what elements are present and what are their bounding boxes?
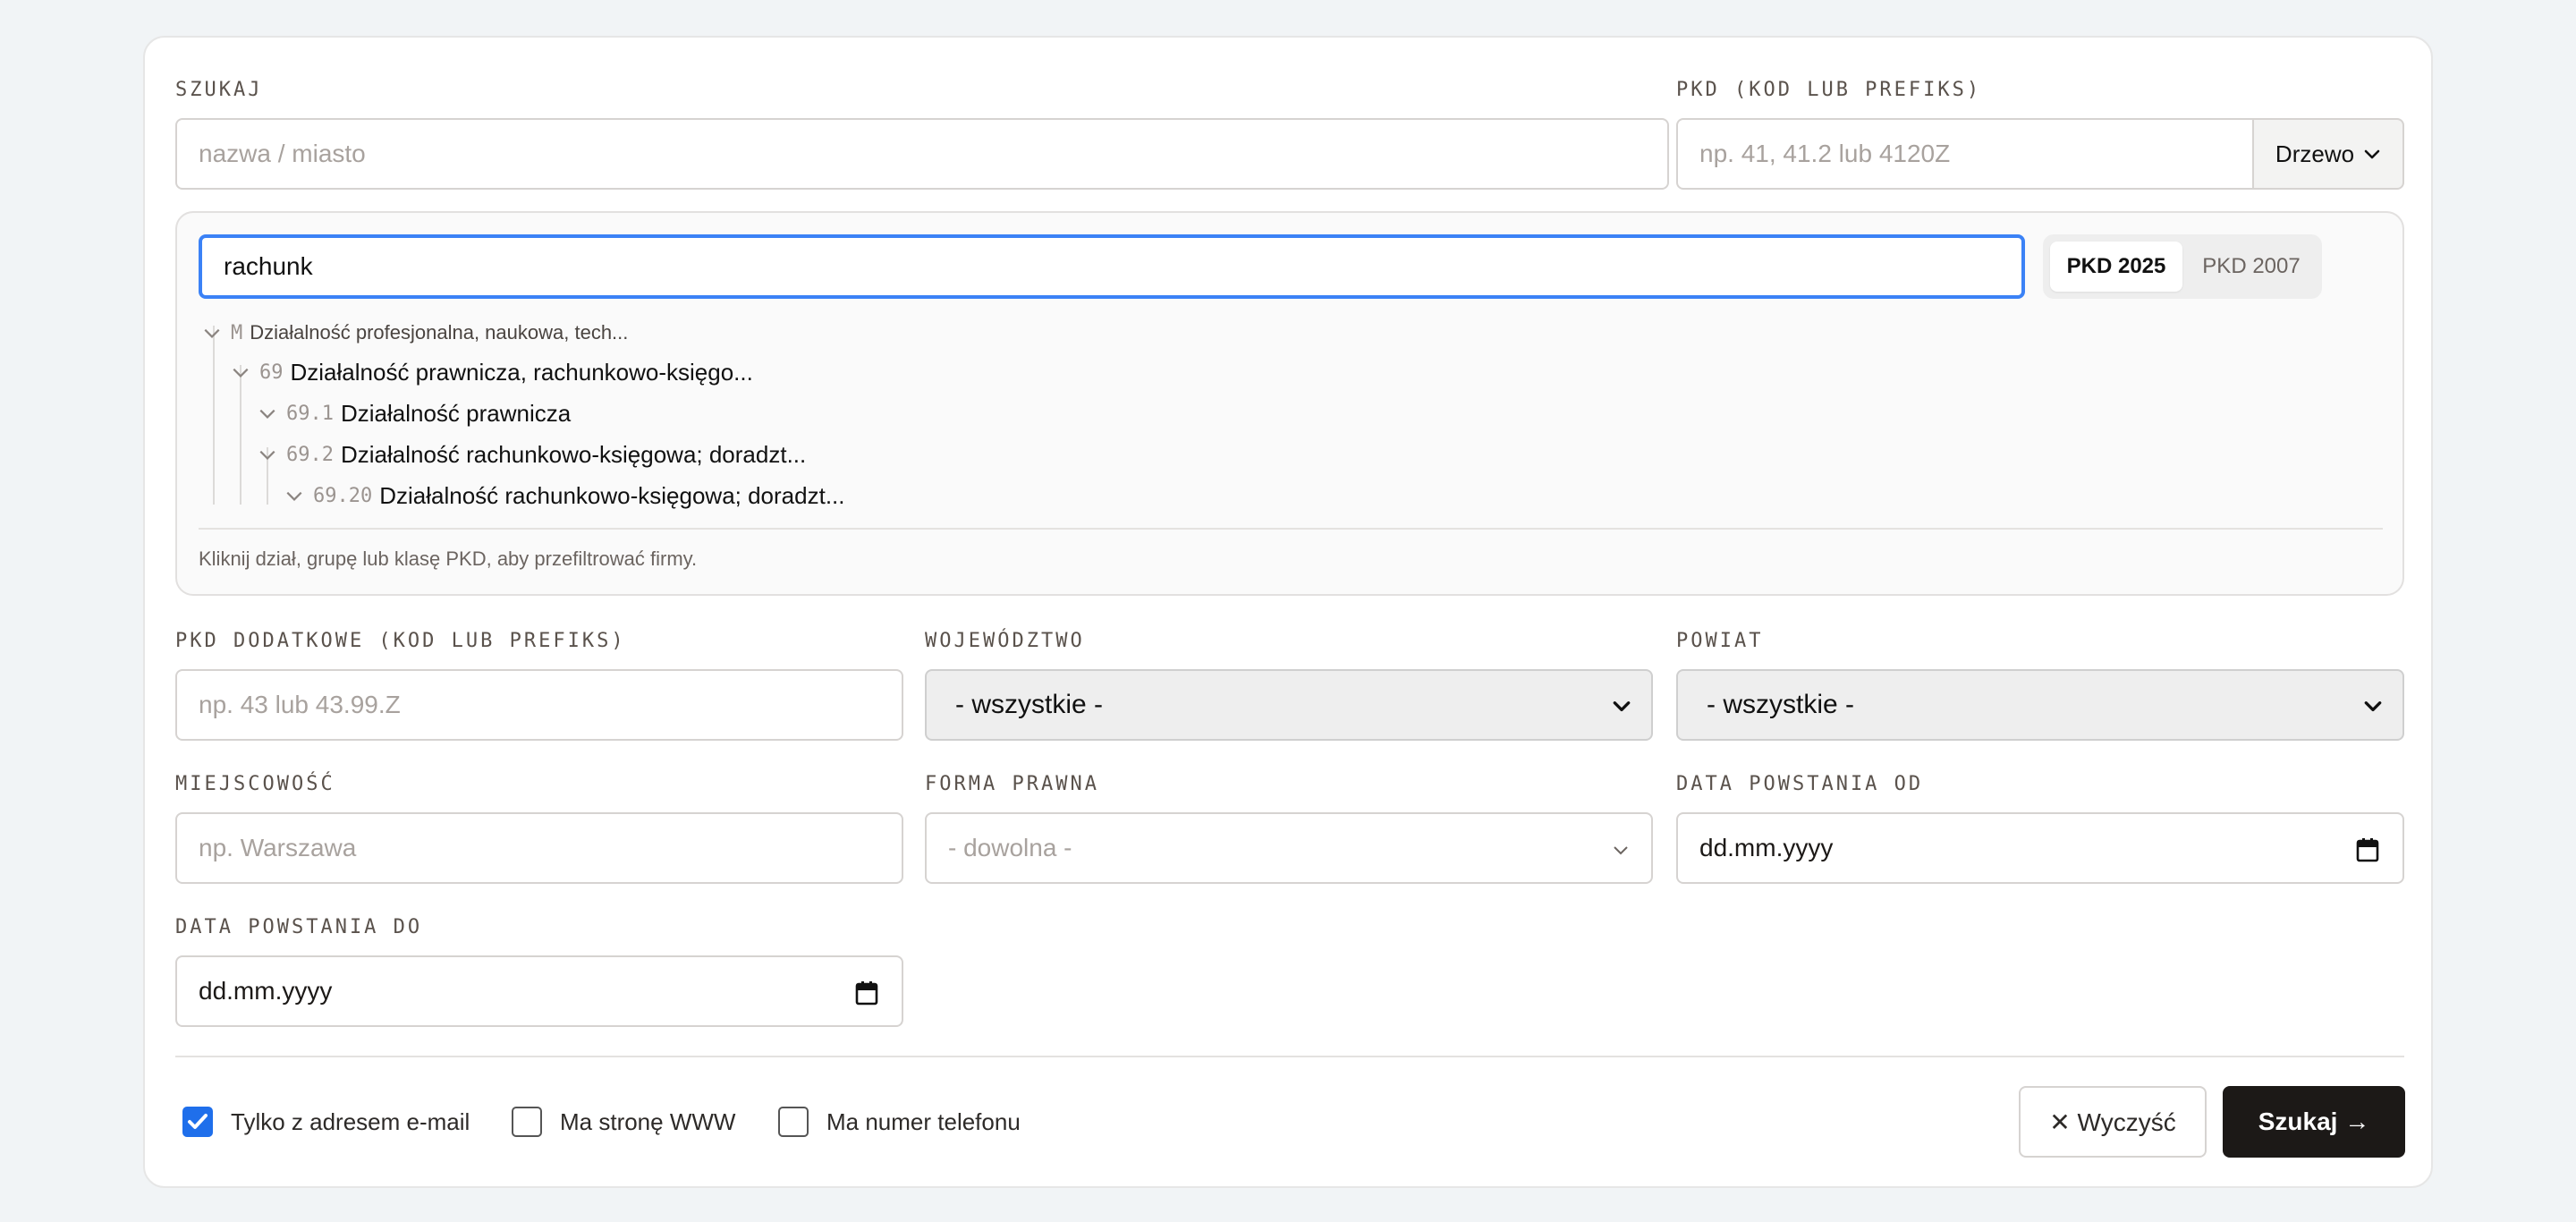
has-phone-label[interactable]: Ma numer telefonu: [826, 1108, 1021, 1136]
date-from-value: dd.mm.yyyy: [1699, 834, 1834, 861]
has-website-label[interactable]: Ma stronę WWW: [560, 1108, 735, 1136]
tree-node-code: 69.1: [286, 402, 334, 425]
email-only-label[interactable]: Tylko z adresem e-mail: [231, 1108, 470, 1136]
tree-guide-line: [213, 326, 215, 505]
pkd-label: PKD (KOD LUB PREFIKS): [1676, 79, 1982, 101]
tree-node-name: Działalność profesjonalna, naukowa, tech…: [250, 321, 629, 344]
pkd-tree-search-input[interactable]: rachunk: [199, 234, 2025, 299]
date-to-label: DATA POWSTANIA DO: [175, 916, 423, 938]
tree-node-name: Działalność rachunkowo-księgowa; doradzt…: [379, 481, 845, 509]
search-form-card: SZUKAJ nazwa / miasto PKD (KOD LUB PREFI…: [143, 36, 2433, 1188]
chevron-down-icon: [204, 328, 220, 338]
form-divider: [175, 1056, 2404, 1057]
pkd-tree-panel: rachunk PKD 2025 PKD 2007 M Działalność …: [175, 211, 2404, 596]
chevron-down-icon: [2364, 149, 2380, 159]
pkd-input[interactable]: np. 41, 41.2 lub 4120Z: [1676, 118, 2254, 190]
tree-node-code: 69.2: [286, 443, 334, 466]
chevron-down-icon: [233, 368, 249, 378]
has-phone-checkbox[interactable]: [778, 1107, 809, 1137]
chevron-down-icon: [259, 409, 275, 419]
chevron-down-icon: [2364, 701, 2382, 712]
county-label: POWIAT: [1676, 630, 1764, 652]
tree-node-class[interactable]: 69.20 Działalność rachunkowo-księgowa; d…: [284, 478, 845, 513]
legal-form-value: - dowolna -: [948, 834, 1072, 861]
checkmark-icon: [188, 1114, 208, 1129]
calendar-icon[interactable]: [855, 980, 878, 1006]
date-from-input[interactable]: dd.mm.yyyy: [1676, 812, 2404, 884]
tree-divider: [199, 528, 2383, 530]
pkd-extra-input[interactable]: np. 43 lub 43.99.Z: [175, 669, 903, 741]
search-submit-button[interactable]: Szukaj →: [2223, 1086, 2405, 1158]
voivodeship-label: WOJEWÓDZTWO: [925, 630, 1085, 652]
tree-node-code: M: [231, 321, 243, 344]
city-label: MIEJSCOWOŚĆ: [175, 773, 335, 795]
calendar-icon[interactable]: [2356, 837, 2379, 862]
county-select[interactable]: - wszystkie -: [1676, 669, 2404, 741]
tree-node-code: 69.20: [313, 484, 373, 507]
search-input[interactable]: nazwa / miasto: [175, 118, 1669, 190]
tree-node-name: Działalność prawnicza, rachunkowo-księgo…: [290, 358, 753, 386]
tree-node-group[interactable]: 69.1 Działalność prawnicza: [258, 395, 571, 431]
date-to-input[interactable]: dd.mm.yyyy: [175, 955, 903, 1027]
has-website-checkbox[interactable]: [512, 1107, 542, 1137]
tree-node-name: Działalność prawnicza: [340, 399, 572, 427]
voivodeship-value: - wszystkie -: [955, 690, 1103, 719]
search-label: SZUKAJ: [175, 79, 263, 101]
tree-node-division[interactable]: 69 Działalność prawnicza, rachunkowo-ksi…: [231, 354, 753, 390]
pkd-version-2025-tab[interactable]: PKD 2025: [2050, 242, 2182, 292]
date-to-value: dd.mm.yyyy: [199, 977, 333, 1005]
voivodeship-select[interactable]: - wszystkie -: [925, 669, 1653, 741]
tree-node-name: Działalność rachunkowo-księgowa; doradzt…: [340, 440, 807, 468]
pkd-version-2007-tab[interactable]: PKD 2007: [2186, 242, 2317, 292]
date-from-label: DATA POWSTANIA OD: [1676, 773, 1924, 795]
chevron-down-icon: [259, 450, 275, 460]
pkd-tree-toggle-label: Drzewo: [2275, 140, 2355, 167]
email-only-checkbox[interactable]: [182, 1107, 213, 1137]
tree-hint-text: Kliknij dział, grupę lub klasę PKD, aby …: [199, 547, 698, 570]
city-input[interactable]: np. Warszawa: [175, 812, 903, 884]
pkd-extra-label: PKD DODATKOWE (KOD LUB PREFIKS): [175, 630, 626, 652]
tree-node-code: 69: [259, 361, 284, 384]
pkd-tree-toggle-button[interactable]: Drzewo: [2252, 118, 2404, 190]
county-value: - wszystkie -: [1707, 690, 1854, 719]
pkd-version-switch: PKD 2025 PKD 2007: [2043, 234, 2322, 299]
tree-node-section[interactable]: M Działalność profesjonalna, naukowa, te…: [202, 315, 628, 351]
clear-button[interactable]: ✕ Wyczyść: [2019, 1086, 2207, 1158]
legal-form-label: FORMA PRAWNA: [925, 773, 1099, 795]
tree-node-group[interactable]: 69.2 Działalność rachunkowo-księgowa; do…: [258, 437, 806, 472]
chevron-down-icon: [1614, 846, 1628, 855]
chevron-down-icon: [1613, 701, 1631, 712]
legal-form-select[interactable]: - dowolna -: [925, 812, 1653, 884]
chevron-down-icon: [286, 491, 302, 501]
